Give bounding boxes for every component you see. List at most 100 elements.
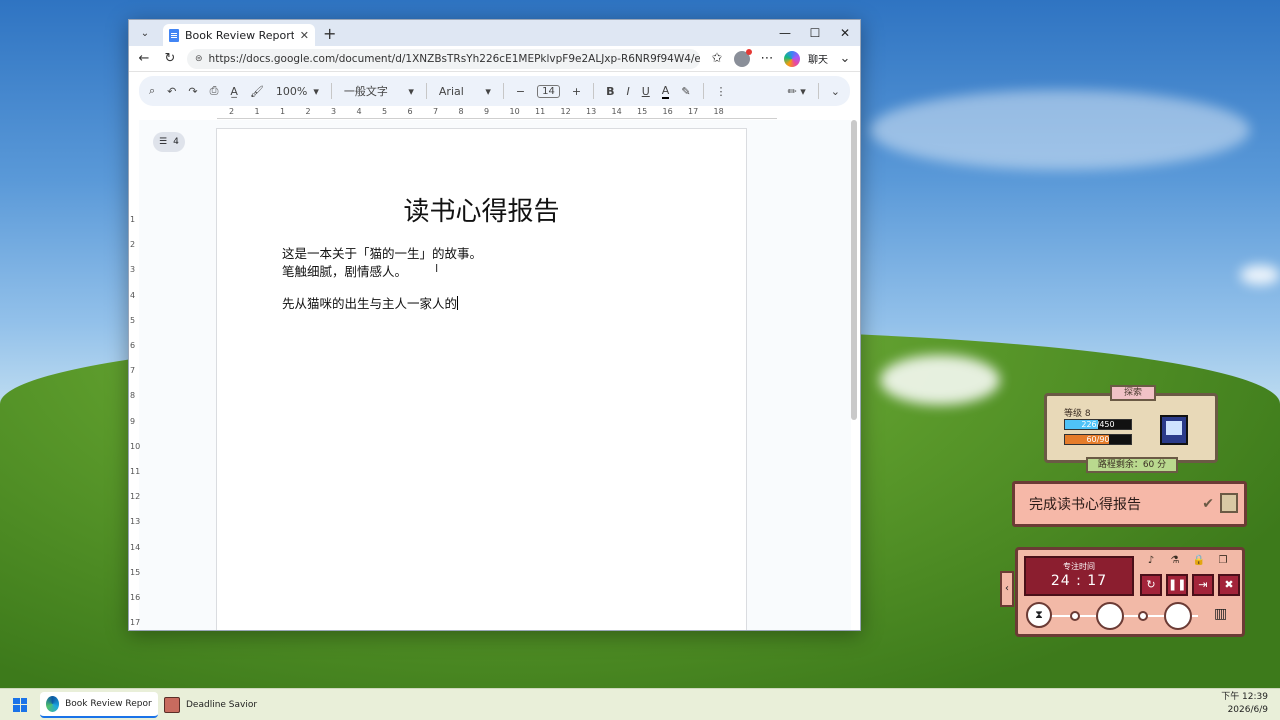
document-title: 读书心得报告 <box>403 197 560 227</box>
ruler-tick-label: 1 <box>280 107 286 116</box>
taskbar-item-browser-label: Book Review Report - G <box>65 698 152 709</box>
window-controls: — ☐ ✕ <box>770 20 860 46</box>
font-size-input[interactable]: 14 <box>537 84 560 98</box>
outline-button[interactable]: ☰ 4 <box>153 132 185 152</box>
hp-bar: 60/90 <box>1064 434 1132 445</box>
music-icon[interactable]: ♪ <box>1144 554 1158 568</box>
start-button[interactable] <box>0 697 40 712</box>
redo-icon[interactable]: ↷ <box>188 85 197 98</box>
maximize-button[interactable]: ☐ <box>800 20 830 46</box>
ruler-tick-label: 8 <box>458 107 464 116</box>
taskbar: Book Review Report - G Deadline Savior 下… <box>0 688 1280 720</box>
italic-icon[interactable]: I <box>626 85 629 98</box>
ruler-tick-label: 14 <box>130 542 141 552</box>
current-task[interactable]: 完成读书心得报告 ✔ <box>1012 481 1247 527</box>
collapse-toolbar-icon[interactable]: ⌄ <box>831 85 840 98</box>
list-icon: ☰ <box>159 137 168 147</box>
document-line-3-text: 先从猫咪的出生与主人一家人的 <box>282 296 458 311</box>
progress-node <box>1070 611 1080 621</box>
ruler-tick-label: 2 <box>305 107 311 116</box>
close-tab-icon[interactable]: ✕ <box>300 29 309 42</box>
document-page[interactable]: 读书心得报告 这是一本关于「猫的一生」的故事。 笔触细腻，剧情感人。 先从猫咪的… <box>216 128 747 630</box>
refresh-icon[interactable]: ↻ <box>161 51 179 66</box>
close-window-button[interactable]: ✕ <box>830 20 860 46</box>
window-icon[interactable]: ❐ <box>1216 554 1230 568</box>
hp-text: 60/90 <box>1086 435 1110 444</box>
timer-value: 24 : 17 <box>1050 573 1108 589</box>
deadline-savior-icon <box>164 696 180 713</box>
ruler-tick-label: 7 <box>433 107 439 116</box>
ruler-tick-label: 10 <box>130 441 141 451</box>
tab-book-review[interactable]: Book Review Report - Google 文件 ✕ <box>163 24 315 46</box>
chat-label[interactable]: 聊天 <box>808 51 828 66</box>
more-menu-icon[interactable]: ⋯ <box>758 51 776 66</box>
progress-node <box>1138 611 1148 621</box>
ruler-tick-label: 16 <box>662 107 673 116</box>
collapse-tab[interactable]: ‹ <box>1000 571 1014 607</box>
divider <box>593 83 595 99</box>
undo-icon[interactable]: ↶ <box>167 85 176 98</box>
taskbar-item-browser[interactable]: Book Review Report - G <box>40 691 158 718</box>
back-icon[interactable]: ← <box>135 51 153 66</box>
style-select[interactable]: 一般文字 ▾ <box>344 83 414 99</box>
tab-menu-icon[interactable]: ⌄ <box>133 22 157 44</box>
underline-icon[interactable]: U <box>642 85 650 98</box>
font-select[interactable]: Arial ▾ <box>439 85 491 98</box>
book-icon[interactable] <box>1220 493 1238 513</box>
highlight-icon[interactable]: ✎ <box>681 85 690 98</box>
ruler-tick-label: 13 <box>130 517 141 527</box>
taskbar-item-deadline-label: Deadline Savior <box>186 699 258 710</box>
vertical-ruler[interactable]: 1 2 3 4 5 6 7 8 9 10 11 12 13 14 15 16 17 <box>129 120 141 630</box>
paint-format-icon[interactable]: 🖌 <box>250 85 264 98</box>
ruler-tick-label: 9 <box>484 107 490 116</box>
site-info-icon[interactable]: ⊜ <box>195 54 203 64</box>
font-value: Arial <box>438 84 464 98</box>
favorites-icon[interactable]: ✩ <box>708 51 726 66</box>
reset-button[interactable]: ↻ <box>1140 574 1162 596</box>
decrease-font-button[interactable]: − <box>516 85 525 98</box>
system-clock[interactable]: 下午 12:39 2026/6/9 <box>1221 691 1268 717</box>
increase-font-button[interactable]: + <box>572 85 581 98</box>
ruler-tick-label: 1 <box>130 215 136 224</box>
explore-tag[interactable]: 探索 <box>1110 385 1156 401</box>
scrollbar[interactable] <box>851 120 857 420</box>
spellcheck-icon[interactable]: A̲ <box>230 85 238 98</box>
editing-mode-icon[interactable]: ✏ ▾ <box>788 85 806 98</box>
i-beam-cursor-icon: I <box>435 262 439 275</box>
taskbar-item-deadline-savior[interactable]: Deadline Savior <box>158 692 263 718</box>
browser-window: ⌄ Book Review Report - Google 文件 ✕ + — ☐… <box>128 19 861 631</box>
cloud <box>1240 265 1280 285</box>
new-tab-button[interactable]: + <box>323 24 336 43</box>
potion-icon[interactable]: ⚗ <box>1168 554 1182 568</box>
ruler-tick-label: 5 <box>382 107 388 116</box>
skip-button[interactable]: ⇥ <box>1192 574 1214 596</box>
search-icon[interactable]: ⌕ <box>149 84 155 98</box>
copilot-icon[interactable] <box>784 50 800 67</box>
ruler-tick-label: 7 <box>130 366 136 376</box>
text-color-icon[interactable]: A <box>661 84 670 99</box>
bold-icon[interactable]: B <box>606 85 614 98</box>
lock-icon[interactable]: 🔒 <box>1192 554 1206 568</box>
zoom-select[interactable]: 100% ▾ <box>276 85 319 98</box>
url-text: https://docs.google.com/document/d/1XNZB… <box>208 52 700 65</box>
url-field[interactable]: ⊜ https://docs.google.com/document/d/1XN… <box>187 48 700 69</box>
clock-date: 2026/6/9 <box>1227 705 1268 715</box>
document-line-3: 先从猫咪的出生与主人一家人的 <box>282 293 459 312</box>
ruler-tick-label: 12 <box>130 492 141 502</box>
minimize-button[interactable]: — <box>770 20 800 46</box>
ruler-tick-label: 10 <box>509 107 520 116</box>
task-label: 完成读书心得报告 <box>1029 497 1141 513</box>
xp-text: 226/450 <box>1081 420 1115 429</box>
settings-gear-icon[interactable]: ✖ <box>1218 574 1240 596</box>
pause-button[interactable]: ❚❚ <box>1166 574 1188 596</box>
docs-icon <box>169 28 179 42</box>
print-icon[interactable]: ⎙ <box>210 84 219 98</box>
document-area: ☰ 4 读书心得报告 这是一本关于「猫的一生」的故事。 笔触细腻，剧情感人。 先… <box>139 120 851 630</box>
profile-avatar[interactable] <box>734 48 752 67</box>
check-icon[interactable]: ✔ <box>1202 496 1214 512</box>
document-line-2: 笔触细腻，剧情感人。 <box>282 264 408 279</box>
more-tools-icon[interactable]: ⋮ <box>716 85 727 98</box>
ruler-tick-label: 4 <box>130 290 136 300</box>
stats-chart-icon[interactable]: ▥ <box>1214 606 1227 622</box>
chevron-down-icon[interactable]: ⌄ <box>836 51 854 66</box>
